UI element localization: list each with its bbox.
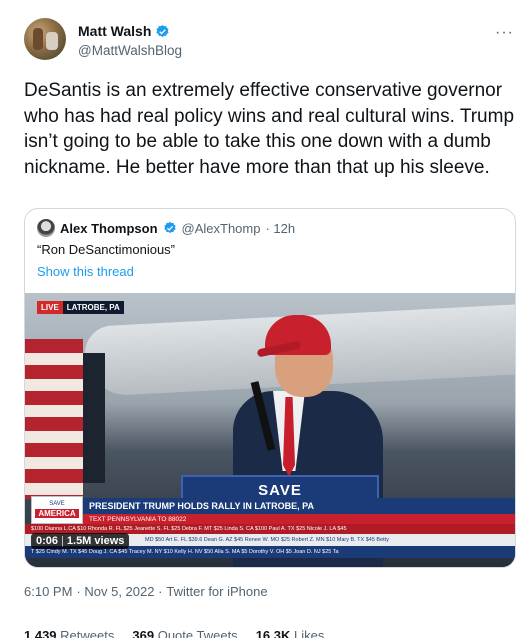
retweets-count: 1,439 — [24, 628, 57, 638]
author-handle[interactable]: @MattWalshBlog — [78, 43, 182, 58]
network-logo-top: SAVE — [49, 501, 65, 507]
video-meta-badge: 0:06 | 1.5M views — [31, 533, 130, 549]
live-badge: LIVE LATROBE, PA — [37, 301, 124, 314]
news-sub-chyron: TEXT PENNSYLVANIA TO 88022 — [83, 514, 515, 524]
quoted-author-avatar — [37, 219, 55, 237]
video-duration: 0:06 — [36, 535, 59, 547]
quoted-author-name: Alex Thompson — [60, 220, 158, 236]
quoted-tweet[interactable]: Alex Thompson @AlexThomp · 12h “Ron DeSa… — [24, 208, 516, 568]
live-location: LATROBE, PA — [62, 301, 124, 314]
likes-label: Likes — [294, 628, 325, 638]
network-logo: SAVE AMERICA — [31, 496, 83, 524]
show-thread-link[interactable]: Show this thread — [37, 264, 134, 279]
network-logo-bottom: AMERICA — [35, 509, 79, 518]
likes-stat[interactable]: 16.3K Likes — [256, 628, 325, 638]
quotes-stat[interactable]: 369 Quote Tweets — [132, 628, 237, 638]
quoted-tweet-text: “Ron DeSanctimonious” — [37, 242, 176, 257]
retweets-stat[interactable]: 1,439 Retweets — [24, 628, 114, 638]
quotes-label: Quote Tweets — [157, 628, 238, 638]
more-options-icon[interactable]: ··· — [495, 24, 514, 42]
author-avatar[interactable] — [24, 18, 66, 60]
video-meta-separator: | — [61, 535, 64, 547]
tweet-stats: 1,439 Retweets 369 Quote Tweets 16.3K Li… — [24, 628, 324, 638]
tweet-header: Matt Walsh @MattWalshBlog ··· — [24, 14, 520, 62]
podium-sign-text: SAVE — [258, 482, 302, 499]
author-name[interactable]: Matt Walsh — [78, 23, 151, 39]
tweet-timestamp: 6:10 PM · Nov 5, 2022 · Twitter for iPho… — [24, 584, 268, 599]
live-label: LIVE — [37, 301, 63, 314]
news-chyron: PRESIDENT TRUMP HOLDS RALLY IN LATROBE, … — [83, 498, 515, 514]
tweet-source[interactable]: Twitter for iPhone — [166, 584, 267, 599]
verified-badge-icon — [163, 221, 176, 234]
quoted-author-handle: @AlexThomp — [181, 220, 261, 236]
video-views: 1.5M views — [66, 535, 125, 547]
likes-count: 16.3K — [255, 628, 291, 638]
tweet-time[interactable]: 6:10 PM — [24, 584, 72, 599]
avatar-figure — [33, 28, 43, 50]
quoted-tweet-header: Alex Thompson @AlexThomp · 12h — [37, 219, 295, 237]
quotes-count: 369 — [132, 628, 155, 638]
retweets-label: Retweets — [60, 628, 115, 638]
avatar-figure — [46, 32, 58, 50]
author-name-row: Matt Walsh — [78, 23, 170, 39]
tweet-text: DeSantis is an extremely effective conse… — [24, 80, 515, 178]
verified-badge-icon — [156, 24, 169, 37]
quoted-tweet-age: · 12h — [265, 220, 296, 236]
embedded-video[interactable]: LIVE LATROBE, PA SAVE SAVE AMERICA PRESI… — [25, 293, 515, 567]
american-flag-image — [25, 339, 83, 499]
tweet-date[interactable]: · Nov 5, 2022 · — [76, 584, 162, 599]
